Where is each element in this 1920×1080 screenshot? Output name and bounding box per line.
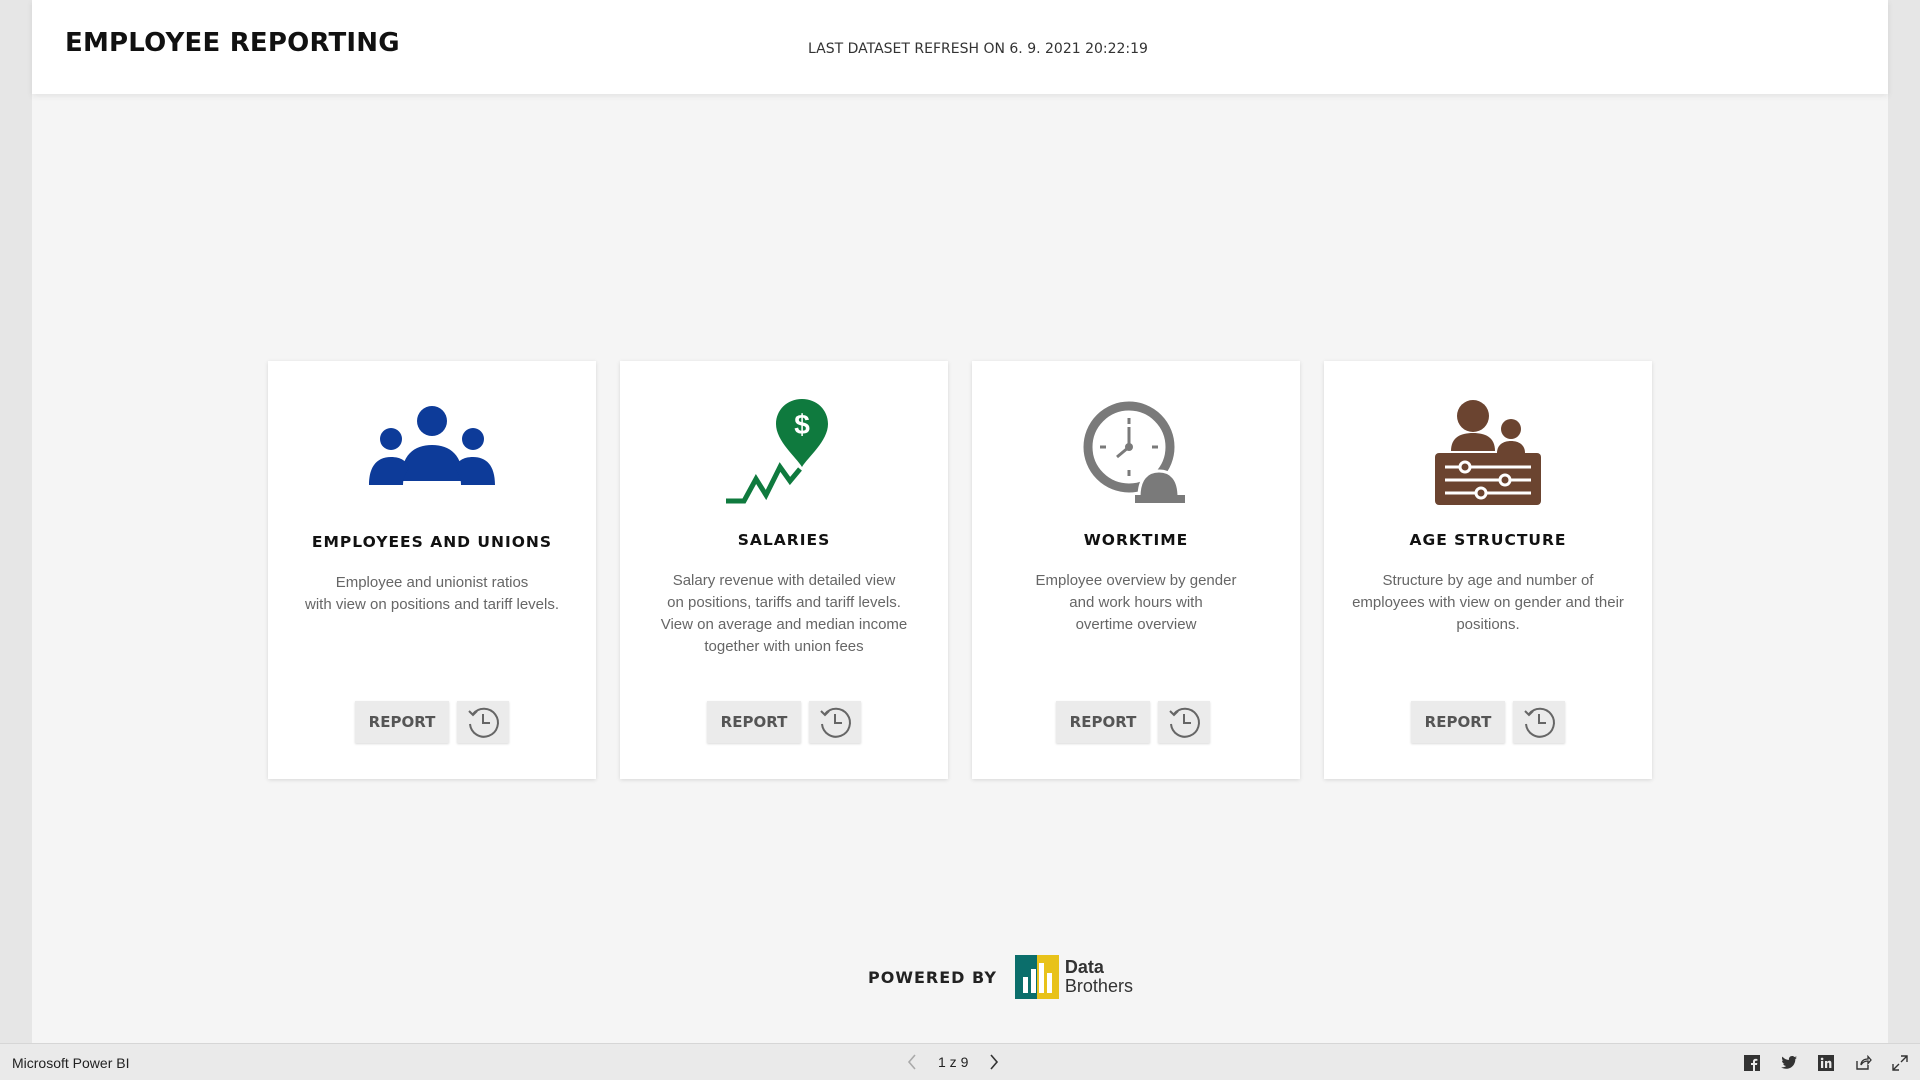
card-title: EMPLOYEES AND UNIONS xyxy=(311,533,553,551)
report-button[interactable]: REPORT xyxy=(707,701,801,743)
report-button[interactable]: REPORT xyxy=(1056,701,1150,743)
svg-text:$: $ xyxy=(794,409,810,440)
logo-line-1: Data xyxy=(1064,957,1104,977)
next-page-button[interactable] xyxy=(982,1052,1006,1072)
history-button[interactable] xyxy=(1158,701,1210,743)
dollar-pin-growth-icon: $ xyxy=(620,399,948,509)
history-clock-icon xyxy=(468,707,499,738)
share-toolbar xyxy=(1742,1053,1910,1073)
chevron-right-icon xyxy=(990,1054,999,1070)
card-title: WORKTIME xyxy=(1083,531,1189,549)
card-title: AGE STRUCTURE xyxy=(1409,531,1567,549)
report-canvas: EMPLOYEE REPORTING LAST DATASET REFRESH … xyxy=(32,0,1888,1043)
clock-worker-icon xyxy=(972,399,1300,509)
linkedin-icon[interactable] xyxy=(1816,1053,1836,1073)
card-worktime: WORKTIME Employee overview by gender and… xyxy=(972,361,1300,779)
powerbi-footer: Microsoft Power BI 1 z 9 xyxy=(0,1043,1920,1080)
report-button[interactable]: REPORT xyxy=(355,701,449,743)
history-button[interactable] xyxy=(809,701,861,743)
previous-page-button[interactable] xyxy=(900,1052,924,1072)
app-name[interactable]: Microsoft Power BI xyxy=(12,1055,129,1071)
report-header: EMPLOYEE REPORTING LAST DATASET REFRESH … xyxy=(32,0,1888,94)
history-clock-icon xyxy=(820,707,851,738)
powered-by-branding: POWERED BY Data Brothers xyxy=(868,955,1133,999)
card-description: Structure by age and number of employees… xyxy=(1352,572,1624,633)
twitter-icon[interactable] xyxy=(1779,1053,1799,1073)
history-clock-icon xyxy=(1169,707,1200,738)
logo-text: Data Brothers xyxy=(1065,958,1133,996)
people-sliders-icon xyxy=(1324,399,1652,509)
logo-line-2: Brothers xyxy=(1064,976,1133,996)
card-salaries: $ SALARIES Salary revenue with detailed … xyxy=(620,361,948,779)
card-age-structure: AGE STRUCTURE Structure by age and numbe… xyxy=(1324,361,1652,779)
card-title: SALARIES xyxy=(737,531,831,549)
fullscreen-icon[interactable] xyxy=(1890,1053,1910,1073)
report-button[interactable]: REPORT xyxy=(1411,701,1505,743)
dataset-refresh-text: LAST DATASET REFRESH ON 6. 9. 2021 20:22… xyxy=(808,41,1148,57)
page-navigator: 1 z 9 xyxy=(900,1052,1006,1072)
share-icon[interactable] xyxy=(1853,1053,1873,1073)
history-button[interactable] xyxy=(1513,701,1565,743)
data-brothers-logo[interactable]: Data Brothers xyxy=(1014,955,1133,999)
history-button[interactable] xyxy=(457,701,509,743)
group-people-icon xyxy=(268,399,596,509)
chevron-left-icon xyxy=(907,1054,916,1070)
card-description: Employee and unionist ratios with view o… xyxy=(304,574,560,613)
card-employees-and-unions: EMPLOYEES AND UNIONS Employee and unioni… xyxy=(268,361,596,779)
powered-by-label: POWERED BY xyxy=(868,967,997,987)
history-clock-icon xyxy=(1524,707,1555,738)
page-title: EMPLOYEE REPORTING xyxy=(65,28,400,58)
facebook-icon[interactable] xyxy=(1742,1053,1762,1073)
page-indicator: 1 z 9 xyxy=(938,1054,969,1070)
bar-chart-logo-icon xyxy=(1014,955,1059,999)
card-description: Salary revenue with detailed view on pos… xyxy=(660,572,908,655)
card-description: Employee overview by gender and work hou… xyxy=(1035,572,1237,633)
